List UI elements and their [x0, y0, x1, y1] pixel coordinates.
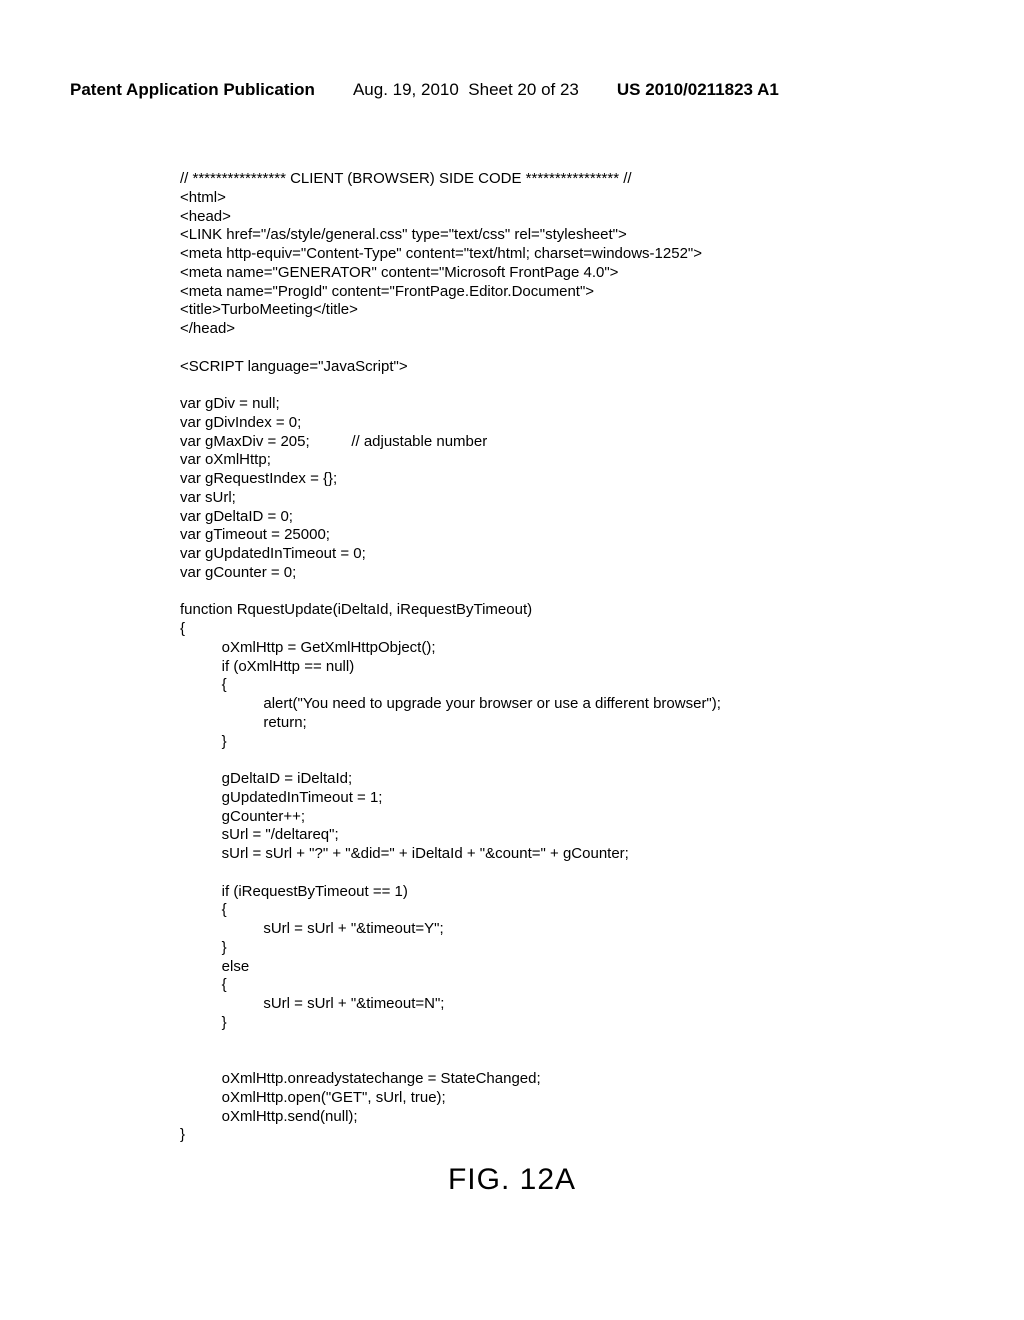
- publication-date: Aug. 19, 2010: [353, 80, 459, 100]
- patent-page: Patent Application Publication Aug. 19, …: [0, 0, 1024, 1320]
- sheet-number: Sheet 20 of 23: [459, 80, 579, 100]
- figure-label: FIG. 12A: [70, 1163, 954, 1197]
- patent-number: US 2010/0211823 A1: [617, 80, 779, 100]
- code-listing: // **************** CLIENT (BROWSER) SID…: [180, 170, 954, 1145]
- page-header: Patent Application Publication Aug. 19, …: [70, 80, 954, 100]
- publication-label: Patent Application Publication: [70, 80, 315, 100]
